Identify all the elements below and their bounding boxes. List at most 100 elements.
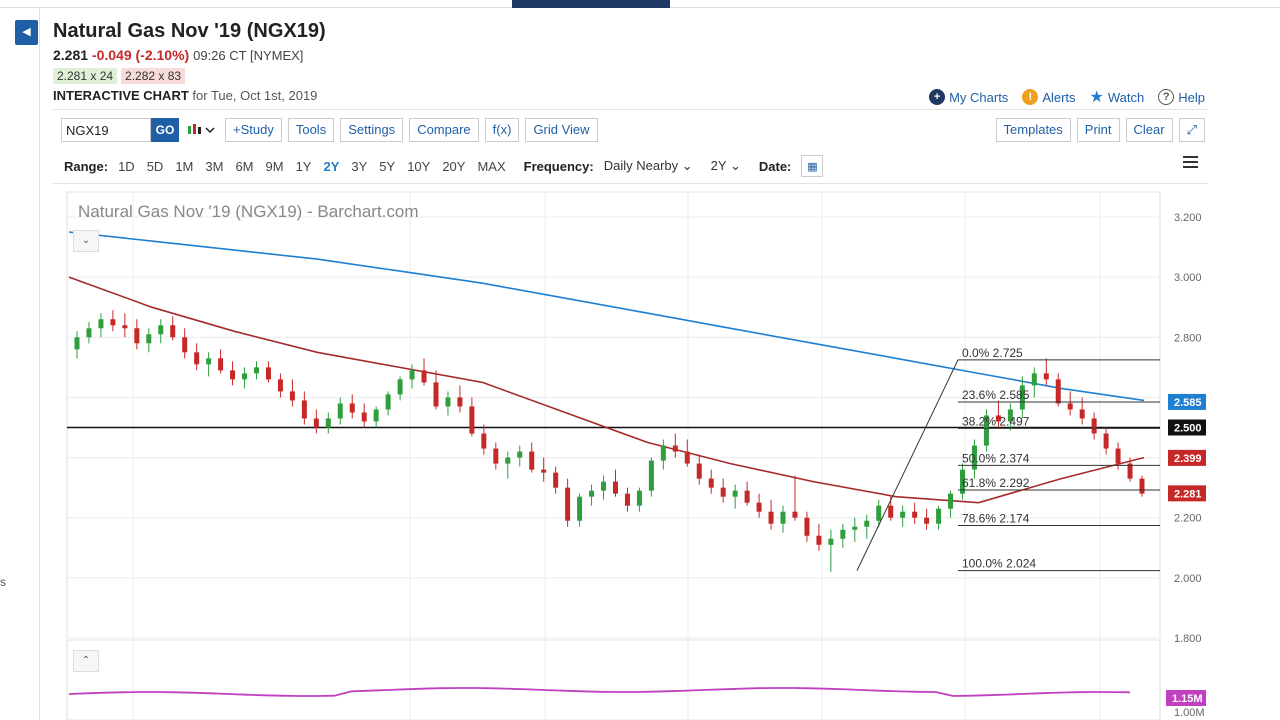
- candle-body: [672, 445, 678, 452]
- candle-body: [948, 493, 954, 509]
- candle-body: [74, 337, 80, 350]
- price-tag-label: 2.399: [1174, 453, 1202, 465]
- y-tick-label: 2.000: [1174, 573, 1202, 585]
- candle-body: [421, 370, 427, 383]
- volume-tag-label: 1.15M: [1172, 693, 1203, 705]
- collapse-volume-pane-button[interactable]: ⌃: [73, 650, 99, 672]
- candle-body: [385, 394, 391, 410]
- candle-body: [1043, 373, 1049, 380]
- y-tick-label: 3.200: [1174, 212, 1202, 224]
- candle-body: [1067, 403, 1073, 410]
- y-tick-label: 3.000: [1174, 272, 1202, 284]
- candle-body: [218, 358, 224, 371]
- candle-body: [253, 367, 259, 374]
- candle-body: [744, 490, 750, 503]
- candle-body: [888, 505, 894, 518]
- candle-body: [457, 397, 463, 407]
- price-tag-label: 2.281: [1174, 488, 1202, 500]
- candle-body: [397, 379, 403, 395]
- candle-body: [110, 319, 116, 326]
- candle-body: [624, 493, 630, 506]
- candle-body: [505, 457, 511, 464]
- candle-body: [660, 445, 666, 461]
- candle-body: [636, 490, 642, 506]
- candle-body: [1031, 373, 1037, 386]
- candle-body: [804, 517, 810, 536]
- candle-body: [158, 325, 164, 335]
- candle-body: [792, 511, 798, 518]
- candle-body: [242, 373, 248, 380]
- candle-body: [529, 451, 535, 470]
- candle-body: [134, 328, 140, 344]
- chevron-down-icon: ⌄: [81, 235, 91, 246]
- candle-body: [828, 538, 834, 545]
- price-tag-label: 2.500: [1174, 423, 1202, 435]
- chevron-up-icon: ⌃: [81, 655, 91, 666]
- chart-title: Natural Gas Nov '19 (NGX19) - Barchart.c…: [78, 202, 419, 221]
- candle-body: [409, 370, 415, 380]
- candle-body: [361, 412, 367, 422]
- candle-body: [696, 463, 702, 479]
- candle-body: [612, 481, 618, 494]
- candle-body: [289, 391, 295, 401]
- candle-body: [265, 367, 271, 380]
- candle-body: [1115, 448, 1121, 464]
- candle-body: [684, 451, 690, 464]
- candle-body: [648, 460, 654, 491]
- candle-body: [1139, 478, 1145, 494]
- candle-body: [840, 529, 846, 539]
- candle-body: [277, 379, 283, 392]
- candle-body: [601, 481, 607, 491]
- candle-body: [756, 502, 762, 512]
- candle-body: [337, 403, 343, 419]
- fib-level-label: 61.8% 2.292: [962, 476, 1030, 490]
- candle-body: [780, 511, 786, 524]
- y-tick-label: 1.800: [1174, 633, 1202, 645]
- candle-body: [589, 490, 595, 497]
- candle-body: [445, 397, 451, 407]
- volume-pane: [66, 639, 1161, 720]
- candle-body: [194, 352, 200, 365]
- candle-body: [553, 472, 559, 488]
- candle-body: [864, 520, 870, 527]
- candle-body: [1079, 409, 1085, 419]
- candle-body: [876, 505, 882, 521]
- candle-body: [732, 490, 738, 497]
- candle-body: [301, 400, 307, 419]
- candle-body: [720, 487, 726, 497]
- candle-body: [852, 526, 858, 530]
- candle-body: [768, 511, 774, 524]
- candle-body: [924, 517, 930, 524]
- candle-body: [708, 478, 714, 488]
- candle-body: [146, 334, 152, 344]
- candle-body: [182, 337, 188, 353]
- candle-body: [577, 496, 583, 521]
- volume-tick-label: 1.00M: [1174, 707, 1205, 719]
- candle-body: [349, 403, 355, 413]
- candle-body: [912, 511, 918, 518]
- candle-body: [122, 325, 128, 329]
- candle-body: [170, 325, 176, 338]
- candle-body: [900, 511, 906, 518]
- fib-level-label: 50.0% 2.374: [962, 451, 1030, 465]
- collapse-price-pane-button[interactable]: ⌄: [73, 230, 99, 252]
- candle-body: [1103, 433, 1109, 449]
- price-chart[interactable]: 3.2003.0002.8002.6002.4002.2002.0001.800…: [0, 0, 1280, 720]
- candle-body: [230, 370, 236, 380]
- price-tag-label: 2.585: [1174, 397, 1202, 409]
- fib-level-label: 23.6% 2.585: [962, 388, 1030, 402]
- candle-body: [325, 418, 331, 428]
- candle-body: [373, 409, 379, 422]
- y-tick-label: 2.800: [1174, 332, 1202, 344]
- fib-level-label: 78.6% 2.174: [962, 512, 1030, 526]
- y-tick-label: 2.200: [1174, 513, 1202, 525]
- candle-body: [816, 535, 822, 545]
- candle-body: [936, 508, 942, 524]
- candle-body: [481, 433, 487, 449]
- candle-body: [493, 448, 499, 464]
- fib-level-label: 100.0% 2.024: [962, 557, 1036, 571]
- candle-body: [313, 418, 319, 428]
- candle-body: [1055, 379, 1061, 404]
- candle-body: [433, 382, 439, 407]
- candle-body: [98, 319, 104, 329]
